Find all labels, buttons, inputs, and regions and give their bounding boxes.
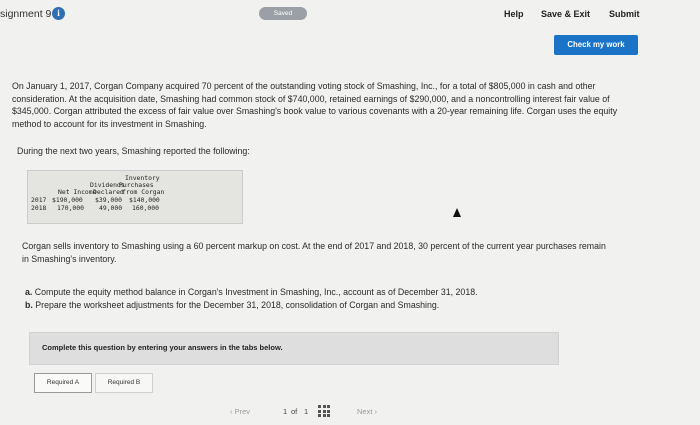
requirement-b-text: Prepare the worksheet adjustments for th… [35,299,440,310]
chevron-right-icon: › [374,407,378,416]
total-pages: 1 [304,407,309,416]
row-2018-dividends: 49,000 [99,204,123,212]
page-of-label: of [291,407,298,416]
requirement-b-label: b. [25,299,33,310]
mouse-cursor [453,208,461,217]
requirement-b: b. Prepare the worksheet adjustments for… [25,299,585,312]
next-label: Next [357,407,373,416]
row-2017-dividends: $39,000 [95,196,122,204]
prev-button[interactable]: ‹ Prev [230,407,250,416]
instructions-box: Complete this question by entering your … [29,332,559,365]
current-page: 1 [283,407,288,416]
inventory-note: Corgan sells inventory to Smashing using… [22,241,606,264]
header-inventory-3: from Corgan [122,188,165,196]
row-2018-net-income: 170,000 [57,204,84,212]
requirements-list: a. Compute the equity method balance in … [25,286,585,311]
row-2017-net-income: $190,000 [52,196,83,204]
save-exit-link[interactable]: Save & Exit [541,9,590,19]
row-2018-year: 2018 [31,204,47,212]
header-dividends-2: Declared [93,188,124,196]
instructions-text: Complete this question by entering your … [42,343,283,352]
row-2018-inventory: 160,000 [132,204,159,212]
requirement-a: a. Compute the equity method balance in … [25,286,585,299]
row-2017-year: 2017 [31,196,47,204]
next-button[interactable]: Next › [357,407,377,416]
requirement-a-text: Compute the equity method balance in Cor… [34,287,478,297]
row-2017-inventory: $140,000 [129,196,160,204]
check-my-work-button[interactable]: Check my work [554,35,638,55]
problem-lead-in: During the next two years, Smashing repo… [17,146,250,156]
chevron-left-icon: ‹ [230,407,233,416]
financial-data-table: Inventory Purchases from Corgan Dividend… [27,170,243,224]
tab-required-b[interactable]: Required B [95,373,153,393]
submit-link[interactable]: Submit [609,9,640,19]
info-icon[interactable]: i [52,7,65,20]
help-link[interactable]: Help [504,9,524,19]
tab-required-a[interactable]: Required A [34,373,92,393]
saved-status-badge: Saved [259,7,307,20]
assignment-title: signment 9 [0,8,52,20]
header-net-income: Net Income [58,188,97,196]
problem-intro: On January 1, 2017, Corgan Company acqui… [12,81,618,129]
top-bar: signment 9 i Saved Help Save & Exit Subm… [0,0,700,30]
requirement-a-label: a. [25,287,33,297]
grid-icon[interactable] [318,405,330,417]
prev-label: Prev [234,407,251,416]
